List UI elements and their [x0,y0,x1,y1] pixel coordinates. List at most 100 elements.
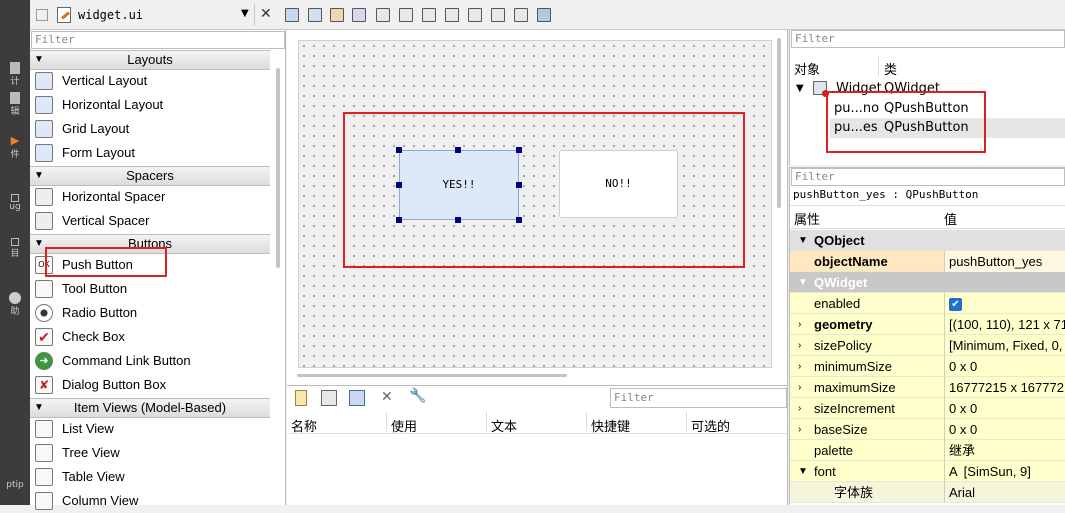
property-group-qobject[interactable]: ▼ QObject [790,230,1065,251]
delete-action-icon[interactable]: ✕ [381,389,393,405]
column-header-class[interactable]: 类 [884,59,897,78]
property-row-objectname[interactable]: objectName pushButton_yes [790,251,1065,272]
adjust-size-icon[interactable] [537,8,551,22]
layout-grid-icon[interactable] [491,8,505,22]
property-row-geometry[interactable]: › geometry [(100, 110), 121 x 71] [790,314,1065,335]
table-view-icon [35,468,53,486]
widget-item-vertical-layout[interactable]: Vertical Layout [30,69,270,93]
mode-debug[interactable]: ug [0,194,30,212]
chevron-right-icon[interactable]: › [798,398,801,419]
layout-splitter-v-icon[interactable] [445,8,459,22]
property-value[interactable]: 16777215 x 16777215 [944,377,1065,398]
property-row-font[interactable]: ▼ font A [SimSun, 9] [790,461,1065,482]
column-header-shortcut[interactable]: 快捷键 [591,416,630,435]
layout-horizontal-icon[interactable] [376,8,390,22]
lock-icon[interactable] [36,9,48,21]
canvas-vertical-scrollbar[interactable] [777,38,781,208]
widget-filter-input[interactable]: Filter [31,31,285,49]
property-value[interactable]: 0 x 0 [944,419,1065,440]
mode-tip[interactable]: ptip [0,480,30,490]
property-row-minimumsize[interactable]: › minimumSize 0 x 0 [790,356,1065,377]
wrench-icon[interactable]: 🔧 [409,388,426,404]
mode-file[interactable]: ▶ 件 [0,134,30,160]
chevron-right-icon[interactable]: › [798,377,801,398]
column-header-object[interactable]: 对象 [794,59,820,78]
property-group-qwidget[interactable]: ▼ QWidget [790,272,1065,293]
object-filter-input[interactable]: Filter [791,30,1065,48]
column-header-used[interactable]: 使用 [391,416,417,435]
widget-item-tree-view[interactable]: Tree View [30,441,270,465]
widget-item-radio-button[interactable]: Radio Button [30,301,270,325]
edit-signals-icon[interactable] [308,8,322,22]
widget-item-list-view[interactable]: List View [30,417,270,441]
property-row-enabled[interactable]: enabled ✔ [790,293,1065,314]
widget-item-vertical-spacer[interactable]: Vertical Spacer [30,209,270,233]
property-row-palette[interactable]: palette 继承 [790,440,1065,461]
widget-item-horizontal-layout[interactable]: Horizontal Layout [30,93,270,117]
close-icon[interactable]: ✕ [260,6,272,22]
property-row-basesize[interactable]: › baseSize 0 x 0 [790,419,1065,440]
mode-design[interactable]: 计 [0,62,30,87]
property-value[interactable]: [(100, 110), 121 x 71] [944,314,1065,335]
widget-item-table-view[interactable]: Table View [30,465,270,489]
property-value[interactable]: 0 x 0 [944,356,1065,377]
column-header-checkable[interactable]: 可选的 [691,416,730,435]
widget-box-scrollbar[interactable] [276,68,280,268]
column-header-text[interactable]: 文本 [491,416,517,435]
widget-item-check-box[interactable]: ✔ Check Box [30,325,270,349]
highlight-objects [826,91,986,153]
column-header-property[interactable]: 属性 [794,209,820,228]
property-row-font-family[interactable]: 字体族 Arial [790,482,1065,503]
widget-item-command-link-button[interactable]: ➜ Command Link Button [30,349,270,373]
dialog-button-box-icon: ✘ [35,376,53,394]
widget-item-dialog-button-box[interactable]: ✘ Dialog Button Box [30,373,270,397]
checkbox-checked-icon[interactable]: ✔ [949,298,962,312]
property-value[interactable]: A [SimSun, 9] [944,461,1065,482]
property-value[interactable]: 继承 [944,440,1065,461]
property-value[interactable]: Arial [944,482,1065,503]
mode-help[interactable]: 助 [0,292,30,317]
property-row-sizepolicy[interactable]: › sizePolicy [Minimum, Fixed, 0, 0] [790,335,1065,356]
property-value[interactable]: [Minimum, Fixed, 0, 0] [944,335,1065,356]
layout-vertical-icon[interactable] [399,8,413,22]
widget-item-column-view[interactable]: Column View [30,489,270,513]
ui-file-icon [57,7,71,23]
file-name[interactable]: widget.ui [78,8,143,22]
paste-action-icon[interactable] [349,390,365,406]
widget-item-grid-layout[interactable]: Grid Layout [30,117,270,141]
property-filter-input[interactable]: Filter [791,168,1065,186]
widget-item-horizontal-spacer[interactable]: Horizontal Spacer [30,185,270,209]
form-widget[interactable]: YES!! NO!! [298,40,772,368]
property-value[interactable]: 0 x 0 [944,398,1065,419]
chevron-right-icon[interactable]: › [798,419,801,440]
property-row-sizeincrement[interactable]: › sizeIncrement 0 x 0 [790,398,1065,419]
widget-item-tool-button[interactable]: Tool Button [30,277,270,301]
break-layout-icon[interactable] [514,8,528,22]
copy-action-icon[interactable] [321,390,337,406]
layout-splitter-h-icon[interactable] [422,8,436,22]
edit-buddies-icon[interactable] [330,8,344,22]
mode-project[interactable]: 目 [0,238,30,259]
new-action-icon[interactable] [295,390,307,406]
mode-label: 辑 [10,107,20,117]
category-item-views[interactable]: ▼ Item Views (Model-Based) [30,398,270,418]
canvas-horizontal-scrollbar[interactable] [297,374,567,377]
chevron-right-icon[interactable]: › [798,335,801,356]
edit-widgets-icon[interactable] [285,8,299,22]
category-layouts[interactable]: ▼ Layouts [30,50,270,70]
property-value[interactable]: pushButton_yes [944,251,1065,272]
column-header-name[interactable]: 名称 [291,416,317,435]
widget-item-form-layout[interactable]: Form Layout [30,141,270,165]
action-filter-input[interactable]: Filter [610,388,787,408]
chevron-down-icon[interactable]: ▼ [241,8,249,19]
chevron-right-icon[interactable]: › [798,314,801,335]
chevron-down-icon[interactable]: ▼ [798,461,808,482]
column-header-value[interactable]: 值 [944,209,957,228]
mode-edit[interactable]: 辑 [0,92,30,117]
chevron-down-icon[interactable]: ▼ [796,83,804,94]
edit-tab-order-icon[interactable] [352,8,366,22]
category-spacers[interactable]: ▼ Spacers [30,166,270,186]
layout-form-icon[interactable] [468,8,482,22]
chevron-right-icon[interactable]: › [798,356,801,377]
property-row-maximumsize[interactable]: › maximumSize 16777215 x 16777215 [790,377,1065,398]
